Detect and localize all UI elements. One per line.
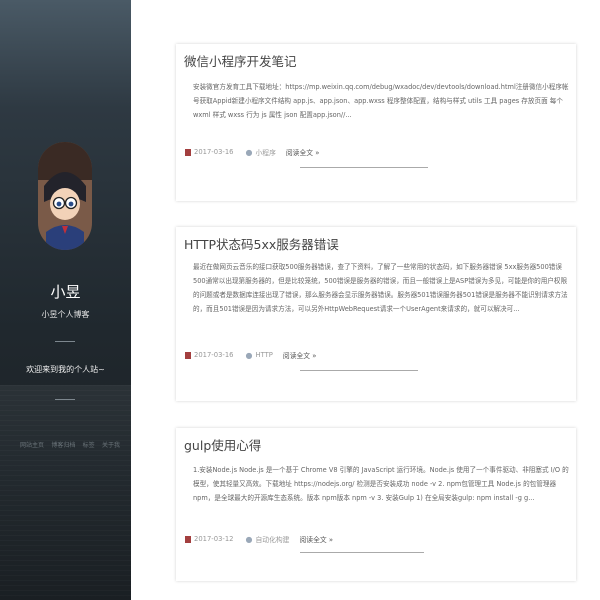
post-card: HTTP状态码5xx服务器错误 最近在做网页云音乐的接口获取500服务器错误，查… bbox=[176, 227, 576, 401]
read-more-link[interactable]: 阅读全文 » bbox=[283, 350, 317, 360]
site-name[interactable]: 小昱 bbox=[0, 281, 131, 302]
post-tag[interactable]: HTTP bbox=[256, 351, 273, 359]
calendar-icon bbox=[185, 148, 191, 156]
tag-icon: ● bbox=[245, 147, 253, 157]
post-tag[interactable]: 自动化构建 bbox=[256, 534, 290, 544]
welcome-text: 欢迎来到我的个人站~ bbox=[26, 365, 105, 374]
post-date: 2017-03-12 bbox=[194, 535, 234, 543]
post-underline bbox=[300, 167, 428, 168]
post-tag[interactable]: 小程序 bbox=[256, 147, 276, 157]
post-excerpt: 1.安装Node.js Node.js 是一个基于 Chrome V8 引擎的 … bbox=[193, 466, 569, 502]
post-excerpt: 安装微官方发育工具下载地址：https://mp.weixin.qq.com/d… bbox=[193, 83, 569, 119]
site-description: 小昱个人博客 bbox=[41, 310, 90, 319]
nav-link-about[interactable]: 关于我 bbox=[102, 440, 120, 449]
nav-link-tags[interactable]: 标签 bbox=[83, 440, 95, 449]
post-title[interactable]: gulp使用心得 bbox=[184, 435, 261, 454]
sidebar: 小昱 小昱个人博客 欢迎来到我的个人站~ 网站主页 博客归档 标签 关于我 bbox=[0, 0, 131, 600]
post-meta: 2017-03-16 ● 小程序 阅读全文 » bbox=[185, 147, 319, 157]
calendar-icon bbox=[185, 535, 191, 543]
sidebar-nav: 网站主页 博客归档 标签 关于我 bbox=[20, 440, 120, 449]
nav-link-home[interactable]: 网站主页 bbox=[20, 440, 44, 449]
post-title[interactable]: 微信小程序开发笔记 bbox=[184, 51, 297, 70]
post-card: 微信小程序开发笔记 安装微官方发育工具下载地址：https://mp.weixi… bbox=[176, 44, 576, 201]
tag-icon: ● bbox=[245, 350, 253, 360]
calendar-icon bbox=[185, 351, 191, 359]
post-meta: 2017-03-16 ● HTTP 阅读全文 » bbox=[185, 350, 316, 360]
avatar[interactable] bbox=[38, 142, 92, 250]
nav-link-archive[interactable]: 博客归档 bbox=[51, 440, 75, 449]
sidebar-divider bbox=[55, 399, 75, 400]
post-meta: 2017-03-12 ● 自动化构建 阅读全文 » bbox=[185, 534, 333, 544]
sidebar-divider bbox=[55, 341, 75, 342]
read-more-link[interactable]: 阅读全文 » bbox=[286, 147, 320, 157]
post-underline bbox=[300, 552, 424, 553]
post-date: 2017-03-16 bbox=[194, 148, 234, 156]
read-more-link[interactable]: 阅读全文 » bbox=[299, 534, 333, 544]
post-card: gulp使用心得 1.安装Node.js Node.js 是一个基于 Chrom… bbox=[176, 428, 576, 581]
post-title[interactable]: HTTP状态码5xx服务器错误 bbox=[184, 234, 339, 253]
post-underline bbox=[300, 370, 418, 371]
tag-icon: ● bbox=[245, 534, 253, 544]
post-date: 2017-03-16 bbox=[194, 351, 234, 359]
post-excerpt: 最近在做网页云音乐的接口获取500服务器错误，查了下资料，了解了一些常用的状态码… bbox=[193, 263, 568, 313]
sidebar-sea-background bbox=[0, 385, 131, 600]
